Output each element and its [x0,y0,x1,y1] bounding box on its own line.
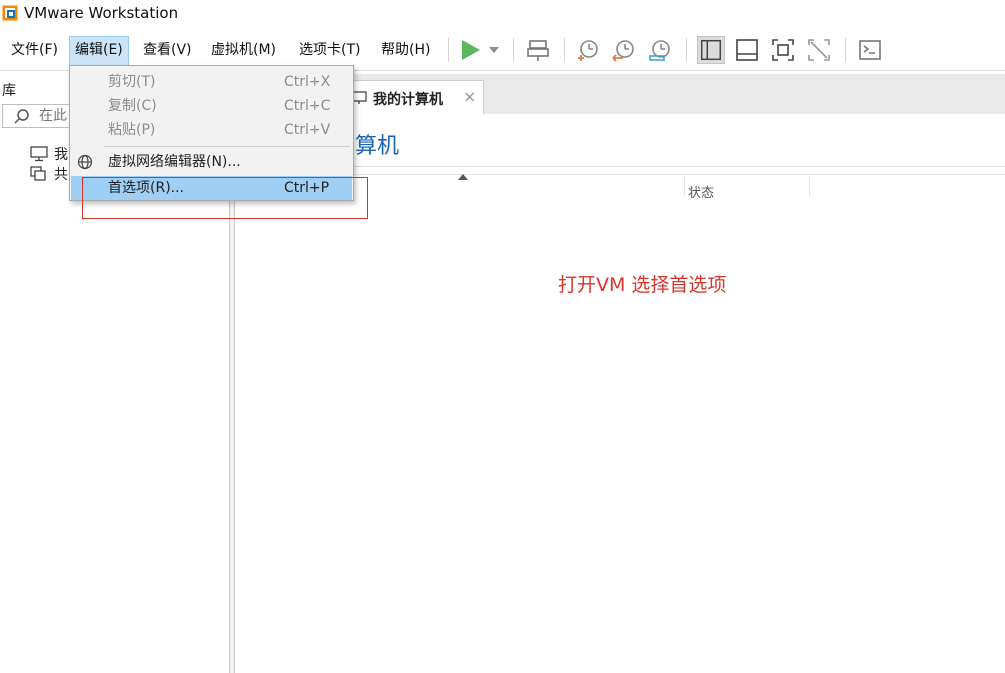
library-item-label: 我 [54,147,68,163]
vmware-logo-icon [2,5,18,21]
toolbar-separator [845,38,846,62]
menu-item-label: 虚拟网络编辑器(N)... [108,154,241,170]
menu-tabs[interactable]: 选项卡(T) [294,36,365,64]
show-library-icon[interactable] [697,36,725,64]
library-title: 库 [2,83,16,99]
computer-icon [30,146,48,162]
annotation-note: 打开VM 选择首选项 [558,274,727,296]
library-item-label: 共 [54,167,68,183]
toolbar-separator [686,38,687,62]
toolbar-separator [513,38,514,62]
thumbnail-bar-icon[interactable] [733,36,761,64]
search-icon [14,109,29,124]
menu-file[interactable]: 文件(F) [6,36,63,64]
menu-item-label: 复制(C) [108,98,157,114]
menu-item-label: 剪切(T) [108,74,156,90]
snapshot-take-icon[interactable] [574,36,602,64]
menu-item-shortcut: Ctrl+C [284,98,331,114]
toolbar-separator [448,38,449,62]
globe-icon [77,154,93,170]
menu-item-cut[interactable]: 剪切(T) Ctrl+X [71,70,352,94]
tab-label: 我的计算机 [373,92,443,108]
tab-close-icon[interactable]: × [463,87,476,106]
menu-item-shortcut: Ctrl+V [284,122,331,138]
menu-separator [104,146,350,147]
app-title: VMware Workstation [24,4,179,22]
menu-edit[interactable]: 编辑(E) [69,36,129,66]
console-view-icon[interactable] [856,36,884,64]
full-screen-icon[interactable] [769,36,797,64]
menu-vm[interactable]: 虚拟机(M) [206,36,281,64]
menu-item-copy[interactable]: 复制(C) Ctrl+C [71,94,352,118]
shared-vms-icon [30,166,46,181]
unity-icon[interactable] [805,36,833,64]
menu-item-label: 粘贴(P) [108,122,156,138]
send-keys-icon[interactable] [524,36,552,64]
column-divider[interactable] [684,176,685,196]
annotation-highlight-box [82,177,368,219]
page-title: 算机 [355,134,400,159]
snapshot-manager-icon[interactable] [646,36,674,64]
column-header-status[interactable]: 状态 [688,182,714,201]
play-icon[interactable] [456,36,484,64]
column-divider[interactable] [809,176,810,196]
sort-ascending-icon[interactable] [458,174,468,180]
dropdown-arrow-icon[interactable] [484,36,504,64]
menu-item-virtual-network-editor[interactable]: 虚拟网络编辑器(N)... [71,150,352,174]
toolbar-separator [564,38,565,62]
snapshot-revert-icon[interactable] [610,36,638,64]
menu-item-paste[interactable]: 粘贴(P) Ctrl+V [71,118,352,142]
menu-view[interactable]: 查看(V) [138,36,197,64]
menu-item-shortcut: Ctrl+X [284,74,331,90]
tab-my-computer[interactable]: 我的计算机 × [344,80,484,114]
menu-help[interactable]: 帮助(H) [376,36,435,64]
